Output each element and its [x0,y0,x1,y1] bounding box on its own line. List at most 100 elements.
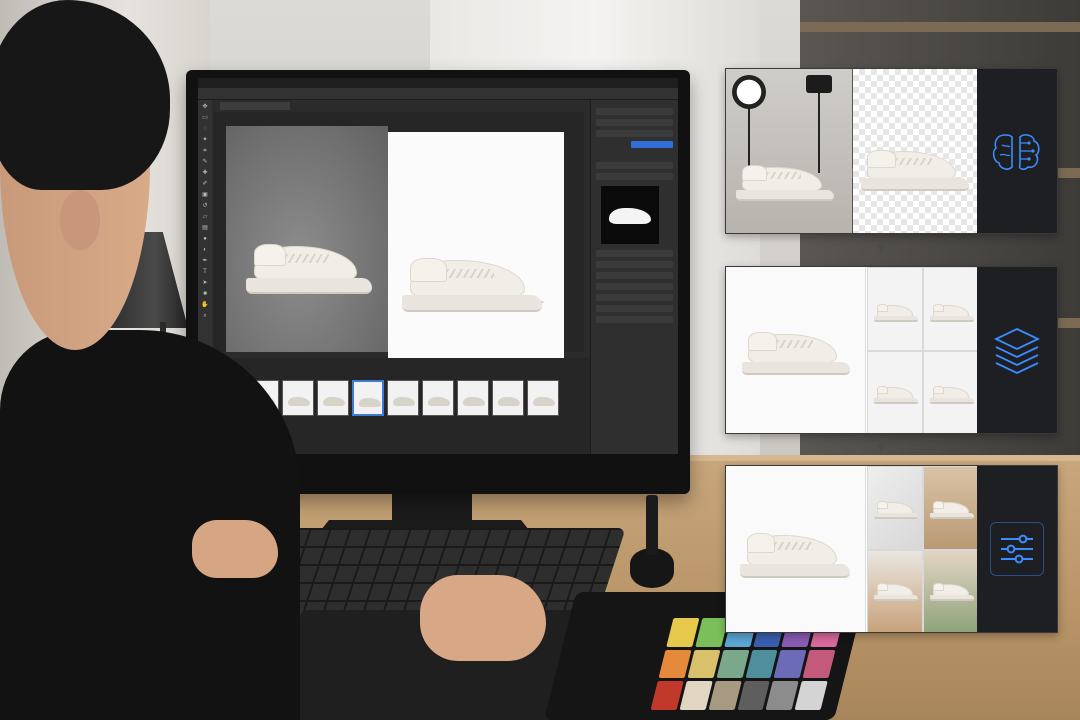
panel-field[interactable] [596,272,673,279]
history-brush-icon[interactable]: ↺ [201,202,209,210]
color-swatch[interactable] [687,649,721,679]
stylus-pen [646,495,658,555]
dodge-icon[interactable]: ◐ [201,246,209,254]
sneaker-image [402,252,542,312]
sneaker-image [498,397,520,406]
sneaker-image [359,398,381,407]
eyedropper-icon[interactable]: ✎ [201,158,209,166]
gradient-icon[interactable]: ▤ [201,224,209,232]
filmstrip-thumbnail[interactable] [317,380,349,416]
variation-thumbnail[interactable] [867,351,923,433]
color-swatch[interactable] [695,618,729,647]
variation-thumbnail[interactable] [923,351,979,433]
scene-thumbnail-wood[interactable] [923,466,979,550]
pen-icon[interactable]: ✒ [201,257,209,265]
editor-menubar [198,78,678,88]
filmstrip-thumbnail[interactable] [282,380,314,416]
workflow-step-background-removal [725,68,1058,234]
color-swatch[interactable] [658,649,692,679]
eraser-icon[interactable]: ▱ [201,213,209,221]
crop-icon[interactable]: ⌗ [201,147,209,155]
stamp-icon[interactable]: ▣ [201,191,209,199]
color-swatch[interactable] [737,681,771,710]
mask-shape [609,208,651,224]
panel-field[interactable] [596,294,673,301]
type-icon[interactable]: T [201,268,209,276]
color-swatch[interactable] [666,618,700,647]
panel-slider[interactable] [596,283,673,290]
sneaker-image [463,397,485,406]
sneaker-image [861,145,969,191]
icon-frame [990,522,1044,576]
brush-icon[interactable]: ✐ [201,180,209,188]
variation-thumbnail[interactable] [867,267,923,351]
sneaker-image [533,397,555,406]
scene-thumbnail-pedestal[interactable] [867,550,923,632]
path-select-icon[interactable]: ➤ [201,279,209,287]
panel-field[interactable] [596,108,673,115]
panel-field[interactable] [596,119,673,126]
canvas-before-image [226,126,388,352]
scene-thumbnail-plants[interactable] [923,550,979,632]
sneaker-image [323,397,345,406]
zoom-icon[interactable]: ⌕ [201,312,209,320]
mask-thumbnail[interactable] [601,186,659,244]
color-swatch[interactable] [708,681,742,710]
move-icon[interactable]: ✥ [201,103,209,111]
step-icon-cell [977,267,1057,433]
panel-field[interactable] [596,130,673,137]
panel-field[interactable] [596,162,673,169]
workflow-arrow-icon: ▼ [875,440,888,455]
options-bar [198,88,678,100]
canvas-after-image [388,132,564,370]
panel-field[interactable] [596,316,673,323]
shelf-board [800,22,1080,32]
transparent-cutout [853,69,979,233]
filmstrip-thumbnail[interactable] [422,380,454,416]
panel-field[interactable] [596,250,673,257]
sneaker-image [742,327,850,375]
apply-button[interactable] [631,141,673,148]
camera-on-tripod [806,75,832,93]
person-hand-left [192,520,278,578]
panel-field[interactable] [596,261,673,268]
filmstrip-thumbnail[interactable] [387,380,419,416]
sneaker-image [288,397,310,406]
filmstrip-thumbnail[interactable] [457,380,489,416]
panel-field[interactable] [596,305,673,312]
workflow-step-batch-variations [725,266,1058,434]
filmstrip-thumbnail[interactable] [492,380,524,416]
person-ear [60,190,100,250]
lasso-icon[interactable]: ◌ [201,125,209,133]
sneaker-image [428,397,450,406]
workflow-step-adjust-scenes [725,465,1058,633]
color-swatch[interactable] [773,649,807,679]
step-icon-cell [977,466,1057,632]
layers-icon [993,328,1041,374]
healing-icon[interactable]: ✚ [201,169,209,177]
magic-wand-icon[interactable]: ✦ [201,136,209,144]
hand-icon[interactable]: ✋ [201,301,209,309]
color-swatch[interactable] [650,681,684,710]
filmstrip-thumbnail[interactable] [527,380,559,416]
color-swatch[interactable] [744,649,778,679]
properties-panel [590,100,678,454]
scene-thumbnail-marble[interactable] [867,466,923,550]
variation-thumbnail[interactable] [923,267,979,351]
brain-circuit-icon [992,134,1040,170]
shape-icon[interactable]: ■ [201,290,209,298]
panel-field[interactable] [596,173,673,180]
document-tab[interactable] [220,102,290,110]
hero-product-image [726,466,866,632]
color-swatch[interactable] [765,681,799,710]
sneaker-image [393,397,415,406]
color-swatch[interactable] [716,649,750,679]
color-swatch[interactable] [679,681,713,710]
blur-icon[interactable]: ● [201,235,209,243]
filmstrip-thumbnail[interactable] [352,380,384,416]
sliders-icon [1001,534,1033,564]
workflow-arrow-icon: ▼ [875,241,888,256]
studio-photo [726,69,852,233]
marquee-icon[interactable]: ▭ [201,114,209,122]
sneaker-image [246,238,372,294]
